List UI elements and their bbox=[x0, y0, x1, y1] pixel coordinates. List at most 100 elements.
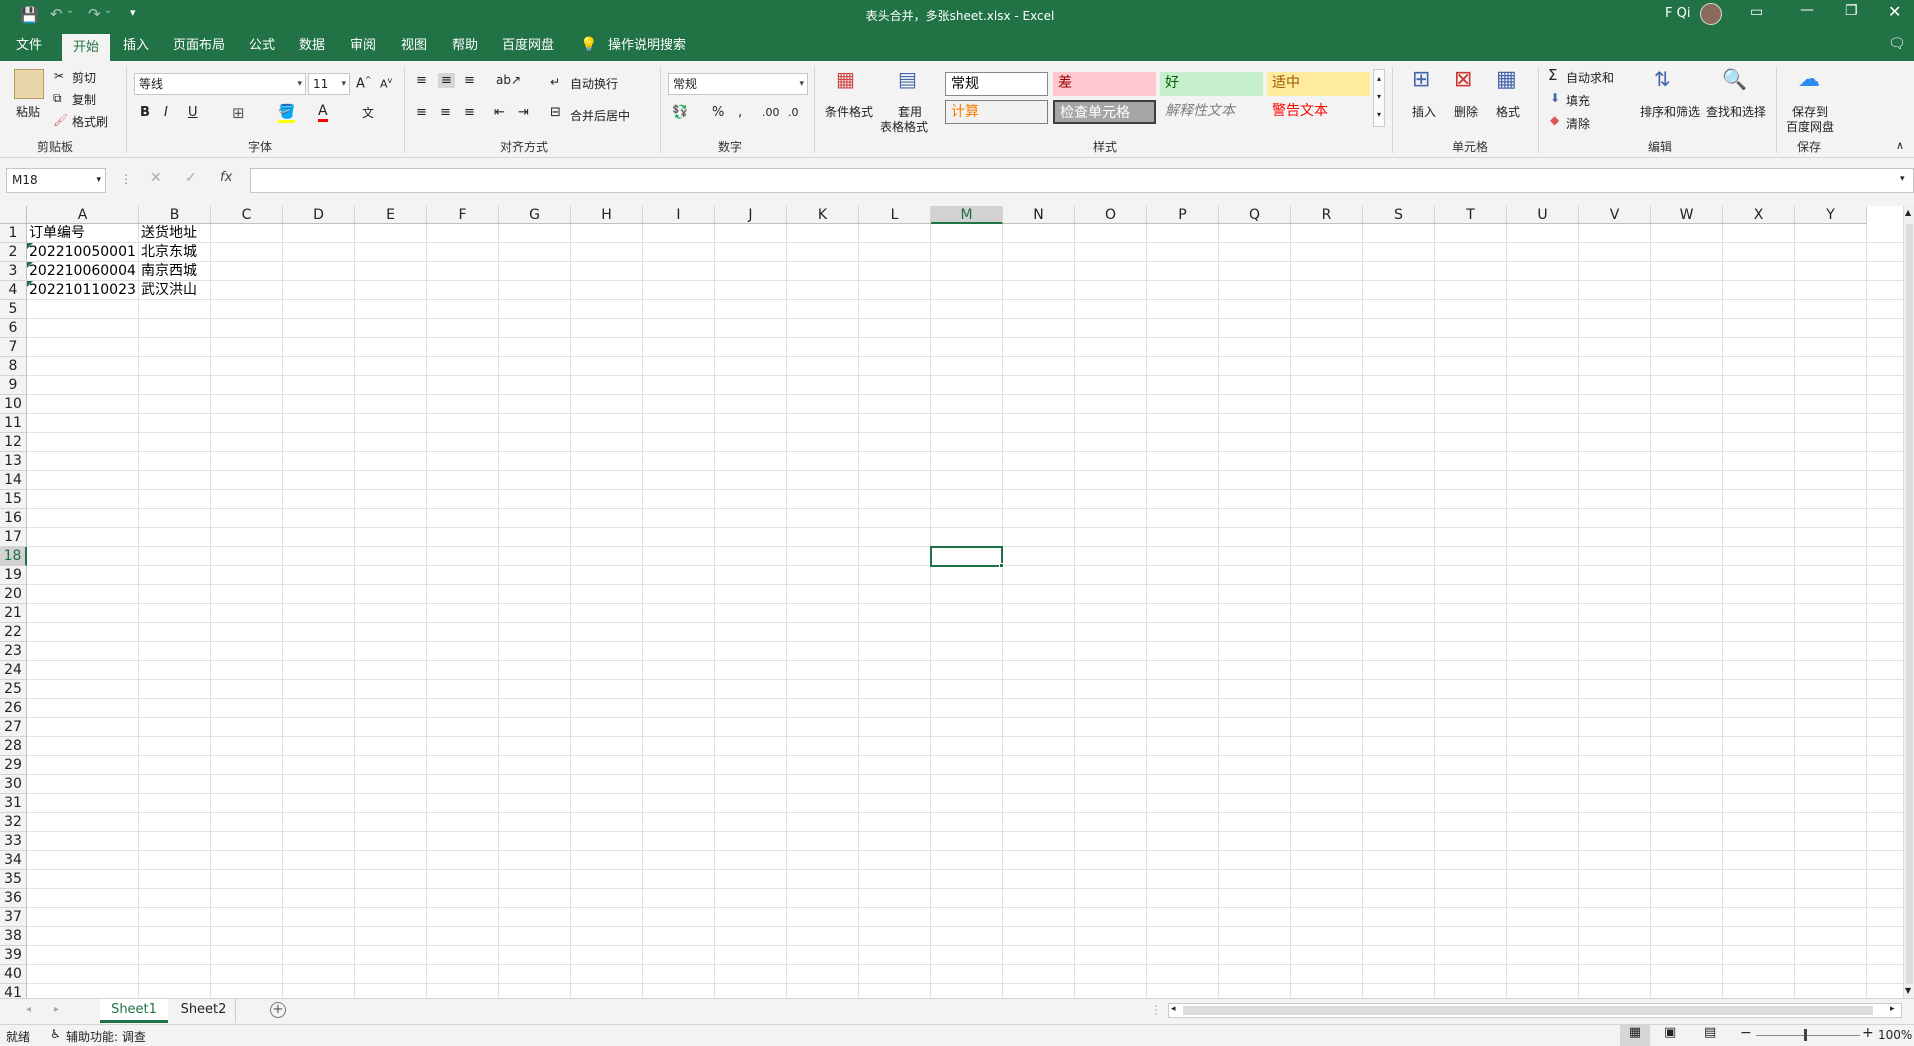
row-header-41[interactable]: 41 bbox=[0, 984, 27, 998]
close-icon[interactable]: ✕ bbox=[1888, 2, 1901, 21]
format-cells-button[interactable]: 格式 bbox=[1496, 103, 1520, 120]
conditional-format-button[interactable]: 条件格式 bbox=[825, 103, 873, 120]
comments-icon[interactable]: 🗨 bbox=[1888, 36, 1906, 52]
column-header-w[interactable]: W bbox=[1651, 206, 1723, 224]
insert-function-icon[interactable]: fx bbox=[220, 170, 232, 185]
restore-icon[interactable]: ❐ bbox=[1845, 3, 1858, 19]
column-header-p[interactable]: P bbox=[1147, 206, 1219, 224]
row-header-39[interactable]: 39 bbox=[0, 946, 27, 965]
borders-icon[interactable]: ⊞ bbox=[232, 104, 245, 122]
comma-style-icon[interactable]: , bbox=[738, 105, 742, 120]
row-header-35[interactable]: 35 bbox=[0, 870, 27, 889]
horizontal-scrollbar[interactable]: ◂ ▸ bbox=[1168, 1003, 1902, 1018]
ribbon-display-icon[interactable]: ▭ bbox=[1750, 4, 1763, 20]
name-box[interactable]: M18 ▾ bbox=[6, 168, 106, 193]
row-header-7[interactable]: 7 bbox=[0, 338, 27, 357]
column-header-s[interactable]: S bbox=[1363, 206, 1435, 224]
number-format-select[interactable]: 常规 ▾ bbox=[668, 73, 808, 95]
tab-insert[interactable]: 插入 bbox=[116, 30, 156, 61]
cell-b1[interactable]: 送货地址 bbox=[139, 224, 211, 243]
column-header-a[interactable]: A bbox=[27, 206, 139, 224]
row-header-13[interactable]: 13 bbox=[0, 452, 27, 471]
font-name-select[interactable]: 等线 ▾ bbox=[134, 73, 306, 95]
style-good[interactable]: 好 bbox=[1160, 72, 1263, 96]
scroll-up-icon[interactable]: ▲ bbox=[1905, 208, 1911, 217]
cell-a4[interactable]: 202210110023 bbox=[27, 281, 139, 300]
bold-icon[interactable]: B bbox=[140, 105, 150, 120]
cancel-entry-icon[interactable]: ✕ bbox=[150, 170, 162, 186]
column-header-l[interactable]: L bbox=[859, 206, 931, 224]
fill-button[interactable]: 填充 bbox=[1566, 92, 1590, 109]
tab-review[interactable]: 审阅 bbox=[343, 30, 383, 61]
vertical-scrollbar[interactable]: ▲ ▼ bbox=[1903, 206, 1914, 998]
align-right-icon[interactable]: ≡ bbox=[464, 105, 475, 120]
tab-home[interactable]: 开始 bbox=[62, 34, 110, 61]
delete-cells-button[interactable]: 删除 bbox=[1454, 103, 1478, 120]
row-header-40[interactable]: 40 bbox=[0, 965, 27, 984]
paste-icon[interactable] bbox=[14, 69, 44, 99]
column-header-t[interactable]: T bbox=[1435, 206, 1507, 224]
merge-center-button[interactable]: 合并后居中 bbox=[570, 107, 630, 124]
page-layout-view-icon[interactable]: ▣ bbox=[1664, 1025, 1676, 1040]
row-header-27[interactable]: 27 bbox=[0, 718, 27, 737]
tab-page-layout[interactable]: 页面布局 bbox=[166, 30, 232, 61]
row-header-10[interactable]: 10 bbox=[0, 395, 27, 414]
save-icon[interactable]: 💾 bbox=[20, 6, 39, 24]
row-header-24[interactable]: 24 bbox=[0, 661, 27, 680]
tab-data[interactable]: 数据 bbox=[292, 30, 332, 61]
accounting-format-icon[interactable]: 💱 bbox=[672, 105, 688, 120]
row-header-34[interactable]: 34 bbox=[0, 851, 27, 870]
column-header-m[interactable]: M bbox=[931, 206, 1003, 224]
formula-input[interactable] bbox=[250, 168, 1914, 193]
row-header-6[interactable]: 6 bbox=[0, 319, 27, 338]
zoom-level[interactable]: 100% bbox=[1878, 1028, 1912, 1042]
row-header-15[interactable]: 15 bbox=[0, 490, 27, 509]
cell-b2[interactable]: 北京东城 bbox=[139, 243, 211, 262]
add-sheet-icon[interactable]: + bbox=[270, 1002, 286, 1018]
decrease-decimal-icon[interactable]: .0 bbox=[788, 106, 799, 119]
copy-button[interactable]: 复制 bbox=[72, 91, 96, 108]
tab-split-handle-icon[interactable]: ⋮ bbox=[1150, 1003, 1162, 1017]
row-header-21[interactable]: 21 bbox=[0, 604, 27, 623]
column-header-u[interactable]: U bbox=[1507, 206, 1579, 224]
next-sheet-icon[interactable]: ▸ bbox=[54, 1004, 59, 1015]
row-header-30[interactable]: 30 bbox=[0, 775, 27, 794]
minimize-icon[interactable]: — bbox=[1800, 2, 1814, 18]
column-header-q[interactable]: Q bbox=[1219, 206, 1291, 224]
row-header-26[interactable]: 26 bbox=[0, 699, 27, 718]
accessibility-status[interactable]: 辅助功能: 调查 bbox=[66, 1028, 146, 1045]
paste-button[interactable]: 粘贴 bbox=[16, 103, 40, 120]
row-header-20[interactable]: 20 bbox=[0, 585, 27, 604]
select-all-corner[interactable] bbox=[0, 206, 27, 224]
cell-b3[interactable]: 南京西城 bbox=[139, 262, 211, 281]
style-check-cell[interactable]: 检查单元格 bbox=[1053, 100, 1156, 124]
row-header-3[interactable]: 3 bbox=[0, 262, 27, 281]
font-size-select[interactable]: 11 ▾ bbox=[308, 73, 350, 95]
row-header-14[interactable]: 14 bbox=[0, 471, 27, 490]
column-header-i[interactable]: I bbox=[643, 206, 715, 224]
normal-view-icon[interactable]: ▦ bbox=[1620, 1025, 1650, 1046]
column-header-n[interactable]: N bbox=[1003, 206, 1075, 224]
collapse-ribbon-icon[interactable]: ∧ bbox=[1896, 139, 1904, 152]
column-header-j[interactable]: J bbox=[715, 206, 787, 224]
row-header-31[interactable]: 31 bbox=[0, 794, 27, 813]
cell-a2[interactable]: 202210050001 bbox=[27, 243, 139, 262]
wrap-text-button[interactable]: 自动换行 bbox=[570, 75, 618, 92]
undo-dropdown-icon[interactable]: ⌄ bbox=[66, 5, 74, 16]
row-header-11[interactable]: 11 bbox=[0, 414, 27, 433]
column-header-h[interactable]: H bbox=[571, 206, 643, 224]
format-painter-button[interactable]: 格式刷 bbox=[72, 113, 108, 130]
column-header-x[interactable]: X bbox=[1723, 206, 1795, 224]
user-name[interactable]: F Qi bbox=[1665, 6, 1690, 21]
save-netdisk-line2[interactable]: 百度网盘 bbox=[1786, 118, 1834, 135]
undo-icon[interactable]: ↶ bbox=[50, 5, 63, 23]
increase-indent-icon[interactable]: ⇥ bbox=[518, 105, 529, 120]
row-header-19[interactable]: 19 bbox=[0, 566, 27, 585]
tab-formulas[interactable]: 公式 bbox=[242, 30, 282, 61]
horizontal-scroll-thumb[interactable] bbox=[1183, 1006, 1873, 1015]
font-color-icon[interactable]: A bbox=[318, 103, 328, 122]
orientation-icon[interactable]: ab↗ bbox=[496, 73, 521, 87]
row-header-33[interactable]: 33 bbox=[0, 832, 27, 851]
prev-sheet-icon[interactable]: ◂ bbox=[26, 1004, 31, 1015]
row-header-29[interactable]: 29 bbox=[0, 756, 27, 775]
